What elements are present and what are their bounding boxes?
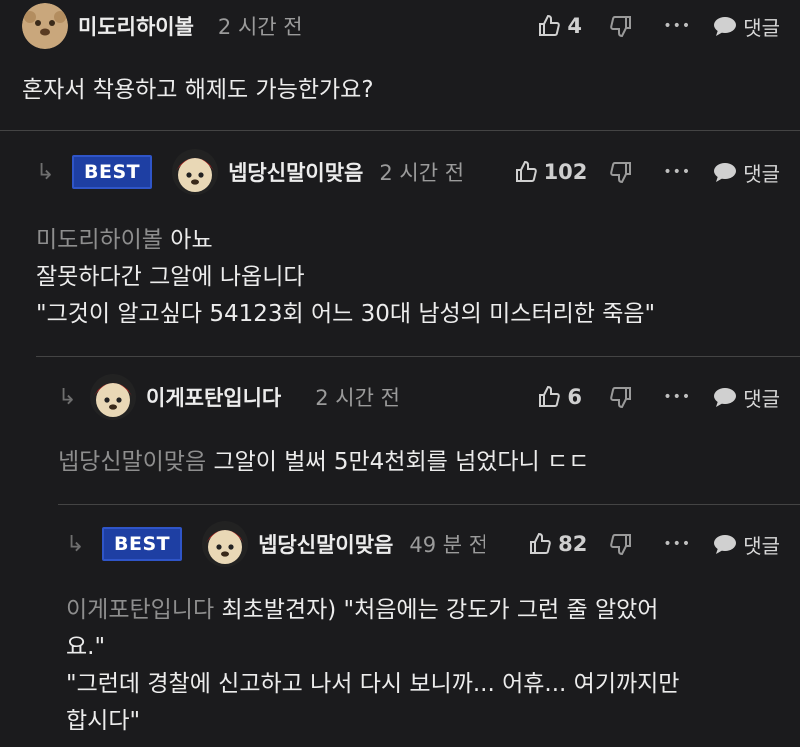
speech-bubble-icon <box>714 163 737 182</box>
dislike-button[interactable] <box>609 160 633 184</box>
reply-label: 댓글 <box>743 533 780 558</box>
reply-button[interactable]: 댓글 <box>713 383 780 412</box>
comment-body: 미도리하이볼 아뇨 잘못하다간 그알에 나옵니다 "그것이 알고싶다 54123… <box>36 222 655 333</box>
more-options-icon[interactable]: ••• <box>663 18 691 34</box>
comment-line: "그런데 경찰에 신고하고 나서 다시 보니까... 어휴... 여기까지만 <box>66 671 680 697</box>
like-count: 102 <box>543 160 588 184</box>
reply-arrow-icon: ↳ <box>36 159 55 185</box>
more-options-icon[interactable]: ••• <box>663 389 691 405</box>
reply-arrow-icon: ↳ <box>66 531 85 557</box>
divider <box>36 356 800 357</box>
avatar[interactable] <box>90 374 136 420</box>
thumbs-up-icon <box>515 160 537 182</box>
reply-label: 댓글 <box>743 386 780 411</box>
timestamp: 2 시간 전 <box>217 15 303 39</box>
comment-line: 아뇨 <box>170 227 213 253</box>
dislike-button[interactable] <box>609 14 633 38</box>
reply-button[interactable]: 댓글 <box>713 530 780 559</box>
comment-line: 잘못하다간 그알에 나옵니다 <box>36 264 305 290</box>
dislike-button[interactable] <box>609 532 633 556</box>
nickname[interactable]: 넵당신말이맞음 <box>258 529 393 559</box>
more-options-icon[interactable]: ••• <box>663 164 691 180</box>
avatar[interactable] <box>172 149 219 195</box>
reply-label: 댓글 <box>743 15 780 40</box>
like-count: 4 <box>567 14 583 38</box>
comment-line: 그알이 벌써 5만4천회를 넘었다니 ㄷㄷ <box>213 449 590 475</box>
reply-button[interactable]: 댓글 <box>713 12 780 41</box>
avatar[interactable] <box>202 521 249 567</box>
timestamp: 49 분 전 <box>409 533 486 557</box>
nickname[interactable]: 넵당신말이맞음 <box>228 157 363 187</box>
like-button[interactable]: 82 <box>528 532 587 556</box>
mention[interactable]: 미도리하이볼 <box>36 227 163 253</box>
like-count: 82 <box>558 532 588 556</box>
like-count: 6 <box>567 385 583 409</box>
comment-line: 요." <box>66 634 106 660</box>
comment-line: 합시다" <box>66 708 141 734</box>
comment-body: 이게포탄입니다 최초발견자) "처음에는 강도가 그런 줄 알았어 요." "그… <box>66 592 786 740</box>
like-button[interactable]: 4 <box>537 14 587 38</box>
divider <box>58 504 800 505</box>
best-badge: BEST <box>72 155 153 189</box>
timestamp: 2 시간 전 <box>315 386 400 410</box>
reply-button[interactable]: 댓글 <box>713 158 780 187</box>
thumbs-down-icon <box>610 387 632 409</box>
like-button[interactable]: 102 <box>514 160 588 184</box>
reply-arrow-icon: ↳ <box>58 384 77 410</box>
reply-label: 댓글 <box>743 161 780 186</box>
mention[interactable]: 이게포탄입니다 <box>66 597 214 623</box>
nickname[interactable]: 미도리하이볼 <box>78 11 194 41</box>
comment-line: 혼자서 착용하고 해제도 가능한가요? <box>22 77 374 103</box>
comment-body: 넵당신말이맞음 그알이 벌써 5만4천회를 넘었다니 ㄷㄷ <box>58 444 589 481</box>
speech-bubble-icon <box>714 535 737 554</box>
divider <box>0 130 800 131</box>
more-options-icon[interactable]: ••• <box>663 536 691 552</box>
avatar[interactable] <box>22 3 68 49</box>
speech-bubble-icon <box>714 17 737 36</box>
thumbs-down-icon <box>610 534 632 556</box>
thumbs-up-icon <box>539 14 561 36</box>
comment-line: 최초발견자) "처음에는 강도가 그런 줄 알았어 <box>221 597 659 623</box>
thumbs-up-icon <box>539 385 561 407</box>
comment-body: 혼자서 착용하고 해제도 가능한가요? <box>22 72 374 109</box>
like-button[interactable]: 6 <box>537 385 587 409</box>
thumbs-down-icon <box>610 16 632 38</box>
timestamp: 2 시간 전 <box>379 161 465 185</box>
thumbs-up-icon <box>530 532 551 554</box>
speech-bubble-icon <box>714 388 737 407</box>
mention[interactable]: 넵당신말이맞음 <box>58 449 206 475</box>
best-badge: BEST <box>102 527 183 561</box>
dislike-button[interactable] <box>609 385 633 409</box>
comment-line: "그것이 알고싶다 54123회 어느 30대 남성의 미스터리한 죽음" <box>36 301 656 327</box>
nickname[interactable]: 이게포탄입니다 <box>146 382 281 412</box>
thumbs-down-icon <box>610 162 632 184</box>
